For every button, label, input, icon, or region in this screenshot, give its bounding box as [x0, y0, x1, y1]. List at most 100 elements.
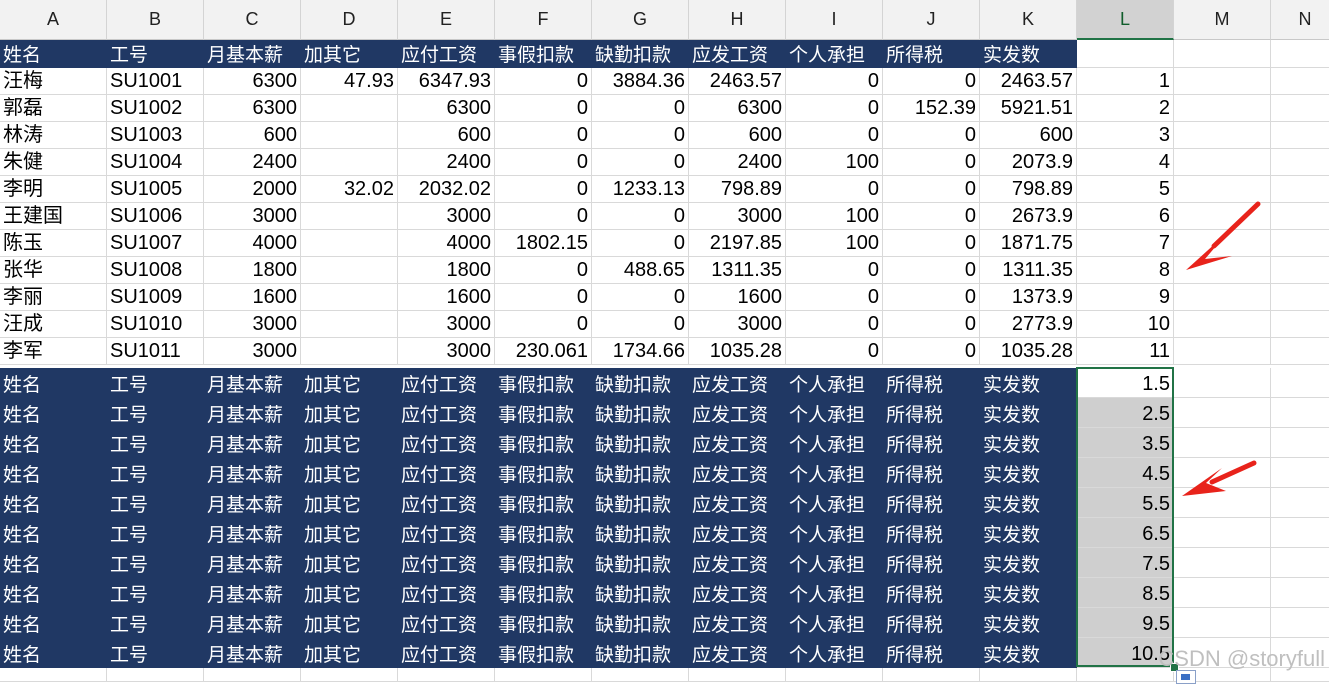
- cell-empty[interactable]: [1174, 68, 1271, 95]
- data-cell-name[interactable]: 汪成: [0, 311, 107, 338]
- data-cell-absence[interactable]: 1233.13: [592, 176, 689, 203]
- helper-cell[interactable]: 3.5: [1077, 428, 1174, 458]
- header-cell[interactable]: 所得税: [883, 368, 980, 398]
- data-cell-tax[interactable]: 0: [883, 176, 980, 203]
- data-cell-l[interactable]: 9: [1077, 284, 1174, 311]
- data-cell-tax[interactable]: 0: [883, 257, 980, 284]
- cell-empty[interactable]: [1174, 428, 1271, 458]
- data-cell-gross[interactable]: 1311.35: [689, 257, 786, 284]
- header-cell[interactable]: 应发工资: [689, 458, 786, 488]
- data-cell-gross[interactable]: 2197.85: [689, 230, 786, 257]
- data-cell-payable[interactable]: 600: [398, 122, 495, 149]
- header-cell[interactable]: 缺勤扣款: [592, 398, 689, 428]
- header-cell[interactable]: 应付工资: [398, 488, 495, 518]
- header-cell[interactable]: 应付工资: [398, 428, 495, 458]
- header-cell[interactable]: 应付工资: [398, 578, 495, 608]
- header-cell[interactable]: 事假扣款: [495, 488, 592, 518]
- header-cell[interactable]: 实发数: [980, 488, 1077, 518]
- cell-empty[interactable]: [1271, 284, 1329, 311]
- header-cell[interactable]: 工号: [107, 40, 204, 68]
- data-cell-net[interactable]: 2073.9: [980, 149, 1077, 176]
- header-cell[interactable]: 月基本薪: [204, 458, 301, 488]
- data-cell-l[interactable]: 3: [1077, 122, 1174, 149]
- cell-empty[interactable]: [1271, 578, 1329, 608]
- header-cell[interactable]: 加其它: [301, 398, 398, 428]
- column-header-m[interactable]: M: [1174, 0, 1271, 40]
- header-cell[interactable]: 所得税: [883, 428, 980, 458]
- data-cell-payable[interactable]: 3000: [398, 203, 495, 230]
- data-cell-personal[interactable]: 100: [786, 149, 883, 176]
- header-cell[interactable]: 应付工资: [398, 608, 495, 638]
- data-cell-id[interactable]: SU1001: [107, 68, 204, 95]
- data-cell-name[interactable]: 汪梅: [0, 68, 107, 95]
- cell-empty[interactable]: [1174, 368, 1271, 398]
- data-cell-absence[interactable]: 0: [592, 149, 689, 176]
- data-cell-net[interactable]: 600: [980, 122, 1077, 149]
- data-cell-name[interactable]: 郭磊: [0, 95, 107, 122]
- header-cell[interactable]: 个人承担: [786, 548, 883, 578]
- data-cell-net[interactable]: 2673.9: [980, 203, 1077, 230]
- helper-cell[interactable]: 4.5: [1077, 458, 1174, 488]
- cell-empty[interactable]: [1271, 338, 1329, 365]
- helper-cell[interactable]: 7.5: [1077, 548, 1174, 578]
- data-cell-gross[interactable]: 798.89: [689, 176, 786, 203]
- header-cell[interactable]: 工号: [107, 548, 204, 578]
- data-cell-id[interactable]: SU1006: [107, 203, 204, 230]
- column-header-l[interactable]: L: [1077, 0, 1174, 40]
- data-cell-other[interactable]: [301, 149, 398, 176]
- header-cell[interactable]: 应付工资: [398, 458, 495, 488]
- cell-empty[interactable]: [1271, 368, 1329, 398]
- header-cell[interactable]: 缺勤扣款: [592, 488, 689, 518]
- column-header-d[interactable]: D: [301, 0, 398, 40]
- data-cell-absence[interactable]: 1734.66: [592, 338, 689, 365]
- data-cell-other[interactable]: [301, 230, 398, 257]
- column-header-j[interactable]: J: [883, 0, 980, 40]
- header-cell[interactable]: 应付工资: [398, 518, 495, 548]
- data-cell-gross[interactable]: 2400: [689, 149, 786, 176]
- data-cell-id[interactable]: SU1007: [107, 230, 204, 257]
- paste-options-icon[interactable]: [1176, 670, 1196, 684]
- header-cell[interactable]: 事假扣款: [495, 398, 592, 428]
- header-cell[interactable]: 事假扣款: [495, 608, 592, 638]
- data-cell-id[interactable]: SU1009: [107, 284, 204, 311]
- data-cell-net[interactable]: 5921.51: [980, 95, 1077, 122]
- header-cell[interactable]: 个人承担: [786, 398, 883, 428]
- data-cell-leave[interactable]: 0: [495, 122, 592, 149]
- cell-empty[interactable]: [1271, 95, 1329, 122]
- data-cell-payable[interactable]: 4000: [398, 230, 495, 257]
- data-cell-tax[interactable]: 0: [883, 230, 980, 257]
- data-cell-base[interactable]: 2000: [204, 176, 301, 203]
- header-cell[interactable]: 个人承担: [786, 638, 883, 668]
- header-cell[interactable]: 加其它: [301, 428, 398, 458]
- column-header-c[interactable]: C: [204, 0, 301, 40]
- header-cell[interactable]: 应发工资: [689, 608, 786, 638]
- data-cell-l[interactable]: 6: [1077, 203, 1174, 230]
- header-cell[interactable]: 应付工资: [398, 40, 495, 68]
- data-cell-net[interactable]: 1035.28: [980, 338, 1077, 365]
- header-cell[interactable]: 加其它: [301, 458, 398, 488]
- header-cell[interactable]: 工号: [107, 458, 204, 488]
- cell-empty[interactable]: [1271, 230, 1329, 257]
- data-cell-l[interactable]: 11: [1077, 338, 1174, 365]
- header-cell[interactable]: 月基本薪: [204, 608, 301, 638]
- header-cell[interactable]: 姓名: [0, 548, 107, 578]
- header-cell[interactable]: 事假扣款: [495, 428, 592, 458]
- header-cell[interactable]: 月基本薪: [204, 638, 301, 668]
- header-cell[interactable]: 实发数: [980, 368, 1077, 398]
- cell-empty[interactable]: [1174, 458, 1271, 488]
- cell-empty[interactable]: [1174, 608, 1271, 638]
- header-cell[interactable]: 实发数: [980, 458, 1077, 488]
- data-cell-leave[interactable]: 0: [495, 68, 592, 95]
- data-cell-other[interactable]: [301, 338, 398, 365]
- header-cell[interactable]: 所得税: [883, 458, 980, 488]
- cell-empty[interactable]: [1174, 284, 1271, 311]
- data-cell-tax[interactable]: 152.39: [883, 95, 980, 122]
- cell-empty[interactable]: [1271, 176, 1329, 203]
- cell-empty[interactable]: [1077, 40, 1174, 68]
- header-cell[interactable]: 所得税: [883, 638, 980, 668]
- data-cell-other[interactable]: [301, 284, 398, 311]
- data-cell-id[interactable]: SU1005: [107, 176, 204, 203]
- header-cell[interactable]: 应付工资: [398, 548, 495, 578]
- header-cell[interactable]: 缺勤扣款: [592, 458, 689, 488]
- cell-empty[interactable]: [1271, 518, 1329, 548]
